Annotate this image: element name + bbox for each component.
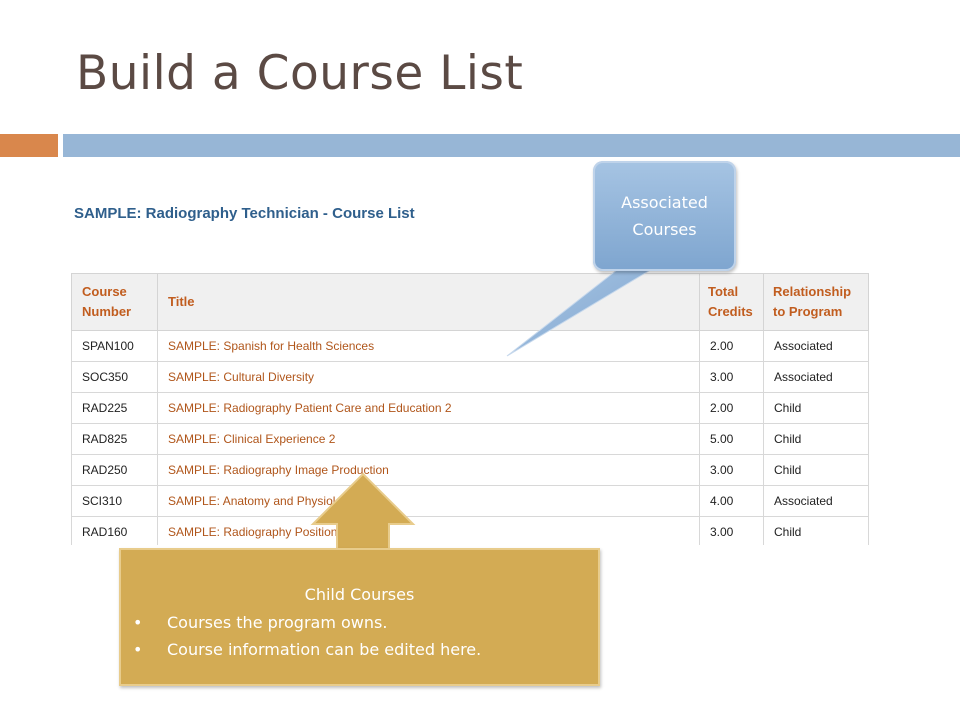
bullet: • [133, 613, 143, 632]
associated-courses-callout: Associated Courses [593, 161, 736, 271]
child-callout-heading: Child Courses [304, 585, 415, 604]
associated-callout-line2: Courses [632, 220, 697, 239]
child-courses-callout: Child Courses • Courses the program owns.… [119, 548, 600, 686]
list-item: • Courses the program owns. [121, 609, 598, 636]
child-callout-list: • Courses the program owns. • Course infor… [121, 609, 598, 663]
bullet: • [133, 640, 143, 659]
associated-callout-line1: Associated [621, 193, 708, 212]
list-item: • Course information can be edited here. [121, 636, 598, 663]
